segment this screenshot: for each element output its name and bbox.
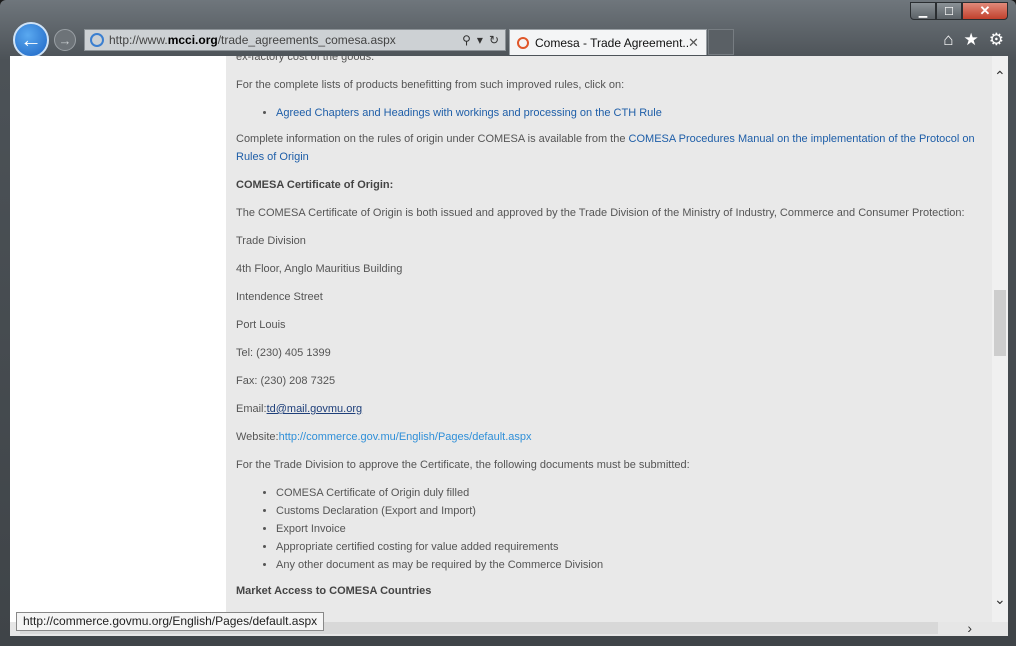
cth-rule-link[interactable]: Agreed Chapters and Headings with workin… xyxy=(276,107,662,119)
site-favicon-icon xyxy=(90,33,104,47)
text-complete-lists: For the complete lists of products benef… xyxy=(236,79,625,91)
close-button[interactable]: ✕ xyxy=(962,2,1008,20)
certificate-text: The COMESA Certificate of Origin is both… xyxy=(236,207,965,219)
cth-list: Agreed Chapters and Headings with workin… xyxy=(236,104,992,122)
forward-button[interactable]: → xyxy=(54,29,76,51)
address-line: 4th Floor, Anglo Mauritius Building xyxy=(236,263,403,275)
left-column xyxy=(10,56,226,622)
page-viewport: ex-factory cost of the goods. For the co… xyxy=(10,56,1008,622)
list-item: Any other document as may be required by… xyxy=(276,556,992,574)
scroll-up-icon[interactable]: ⌃ xyxy=(994,68,1006,85)
tab-title: Comesa - Trade Agreement... xyxy=(535,35,688,50)
website-link[interactable]: http://commerce.gov.mu/English/Pages/def… xyxy=(279,431,532,443)
list-item: Agreed Chapters and Headings with workin… xyxy=(276,104,992,122)
refresh-icon[interactable]: ↻ xyxy=(489,33,499,47)
forward-arrow-icon: → xyxy=(58,32,72,48)
address-line: Trade Division xyxy=(236,235,306,247)
email-link[interactable]: td@mail.govmu.org xyxy=(267,403,363,415)
website-label: Website: xyxy=(236,431,279,443)
content-area: ex-factory cost of the goods. For the co… xyxy=(226,56,992,622)
back-arrow-icon: ← xyxy=(20,27,42,52)
certificate-heading: COMESA Certificate of Origin: xyxy=(236,179,394,191)
scroll-right-icon[interactable]: › xyxy=(967,620,972,636)
text-line: ex-factory cost of the goods. xyxy=(236,56,375,63)
vertical-scrollbar[interactable]: ⌃ ⌄ xyxy=(992,56,1008,622)
tab-favicon-icon xyxy=(517,36,529,49)
browser-tools: ⌂ ★ ⚙ xyxy=(943,30,1004,50)
address-bar[interactable]: http://www.mcci.org/trade_agreements_com… xyxy=(84,29,506,51)
window-controls: ▁ ☐ ✕ xyxy=(910,2,1008,20)
address-url[interactable]: http://www.mcci.org/trade_agreements_com… xyxy=(109,33,462,47)
email-label: Email: xyxy=(236,403,267,415)
address-line: Port Louis xyxy=(236,319,286,331)
favorites-star-icon[interactable]: ★ xyxy=(964,30,979,50)
list-item: COMESA Certificate of Origin duly filled xyxy=(276,484,992,502)
status-url-tooltip: http://commerce.govmu.org/English/Pages/… xyxy=(16,612,325,631)
minimize-button[interactable]: ▁ xyxy=(910,2,936,20)
address-line: Intendence Street xyxy=(236,291,323,303)
list-item: Export Invoice xyxy=(276,520,992,538)
list-item: Appropriate certified costing for value … xyxy=(276,538,992,556)
home-icon[interactable]: ⌂ xyxy=(943,30,953,50)
email-line: Email:td@mail.govmu.org xyxy=(236,400,992,418)
address-tools: ⚲ ▾ ↻ xyxy=(462,33,505,47)
article: ex-factory cost of the goods. For the co… xyxy=(236,56,992,610)
docs-list: COMESA Certificate of Origin duly filled… xyxy=(236,484,992,574)
scroll-down-icon[interactable]: ⌄ xyxy=(994,591,1006,608)
tel-line: Tel: (230) 405 1399 xyxy=(236,347,331,359)
new-tab-button[interactable] xyxy=(708,29,734,55)
list-item: Customs Declaration (Export and Import) xyxy=(276,502,992,520)
website-line: Website:http://commerce.gov.mu/English/P… xyxy=(236,428,992,446)
url-domain: mcci.org xyxy=(167,33,218,47)
scroll-thumb[interactable] xyxy=(994,290,1006,356)
active-tab[interactable]: Comesa - Trade Agreement... ✕ xyxy=(509,29,707,55)
docs-intro: For the Trade Division to approve the Ce… xyxy=(236,459,690,471)
search-icon[interactable]: ⚲ xyxy=(462,33,471,47)
url-path: /trade_agreements_comesa.aspx xyxy=(217,33,396,47)
text-complete-info: Complete information on the rules of ori… xyxy=(236,130,992,166)
url-prefix: http://www. xyxy=(109,33,168,47)
settings-gear-icon[interactable]: ⚙ xyxy=(989,30,1004,50)
maximize-button[interactable]: ☐ xyxy=(936,2,962,20)
complete-info-text: Complete information on the rules of ori… xyxy=(236,133,629,145)
dropdown-icon[interactable]: ▾ xyxy=(477,33,483,47)
back-button[interactable]: ← xyxy=(13,22,49,58)
fax-line: Fax: (230) 208 7325 xyxy=(236,375,336,387)
market-access-heading: Market Access to COMESA Countries xyxy=(236,585,432,597)
tab-close-icon[interactable]: ✕ xyxy=(688,35,702,51)
